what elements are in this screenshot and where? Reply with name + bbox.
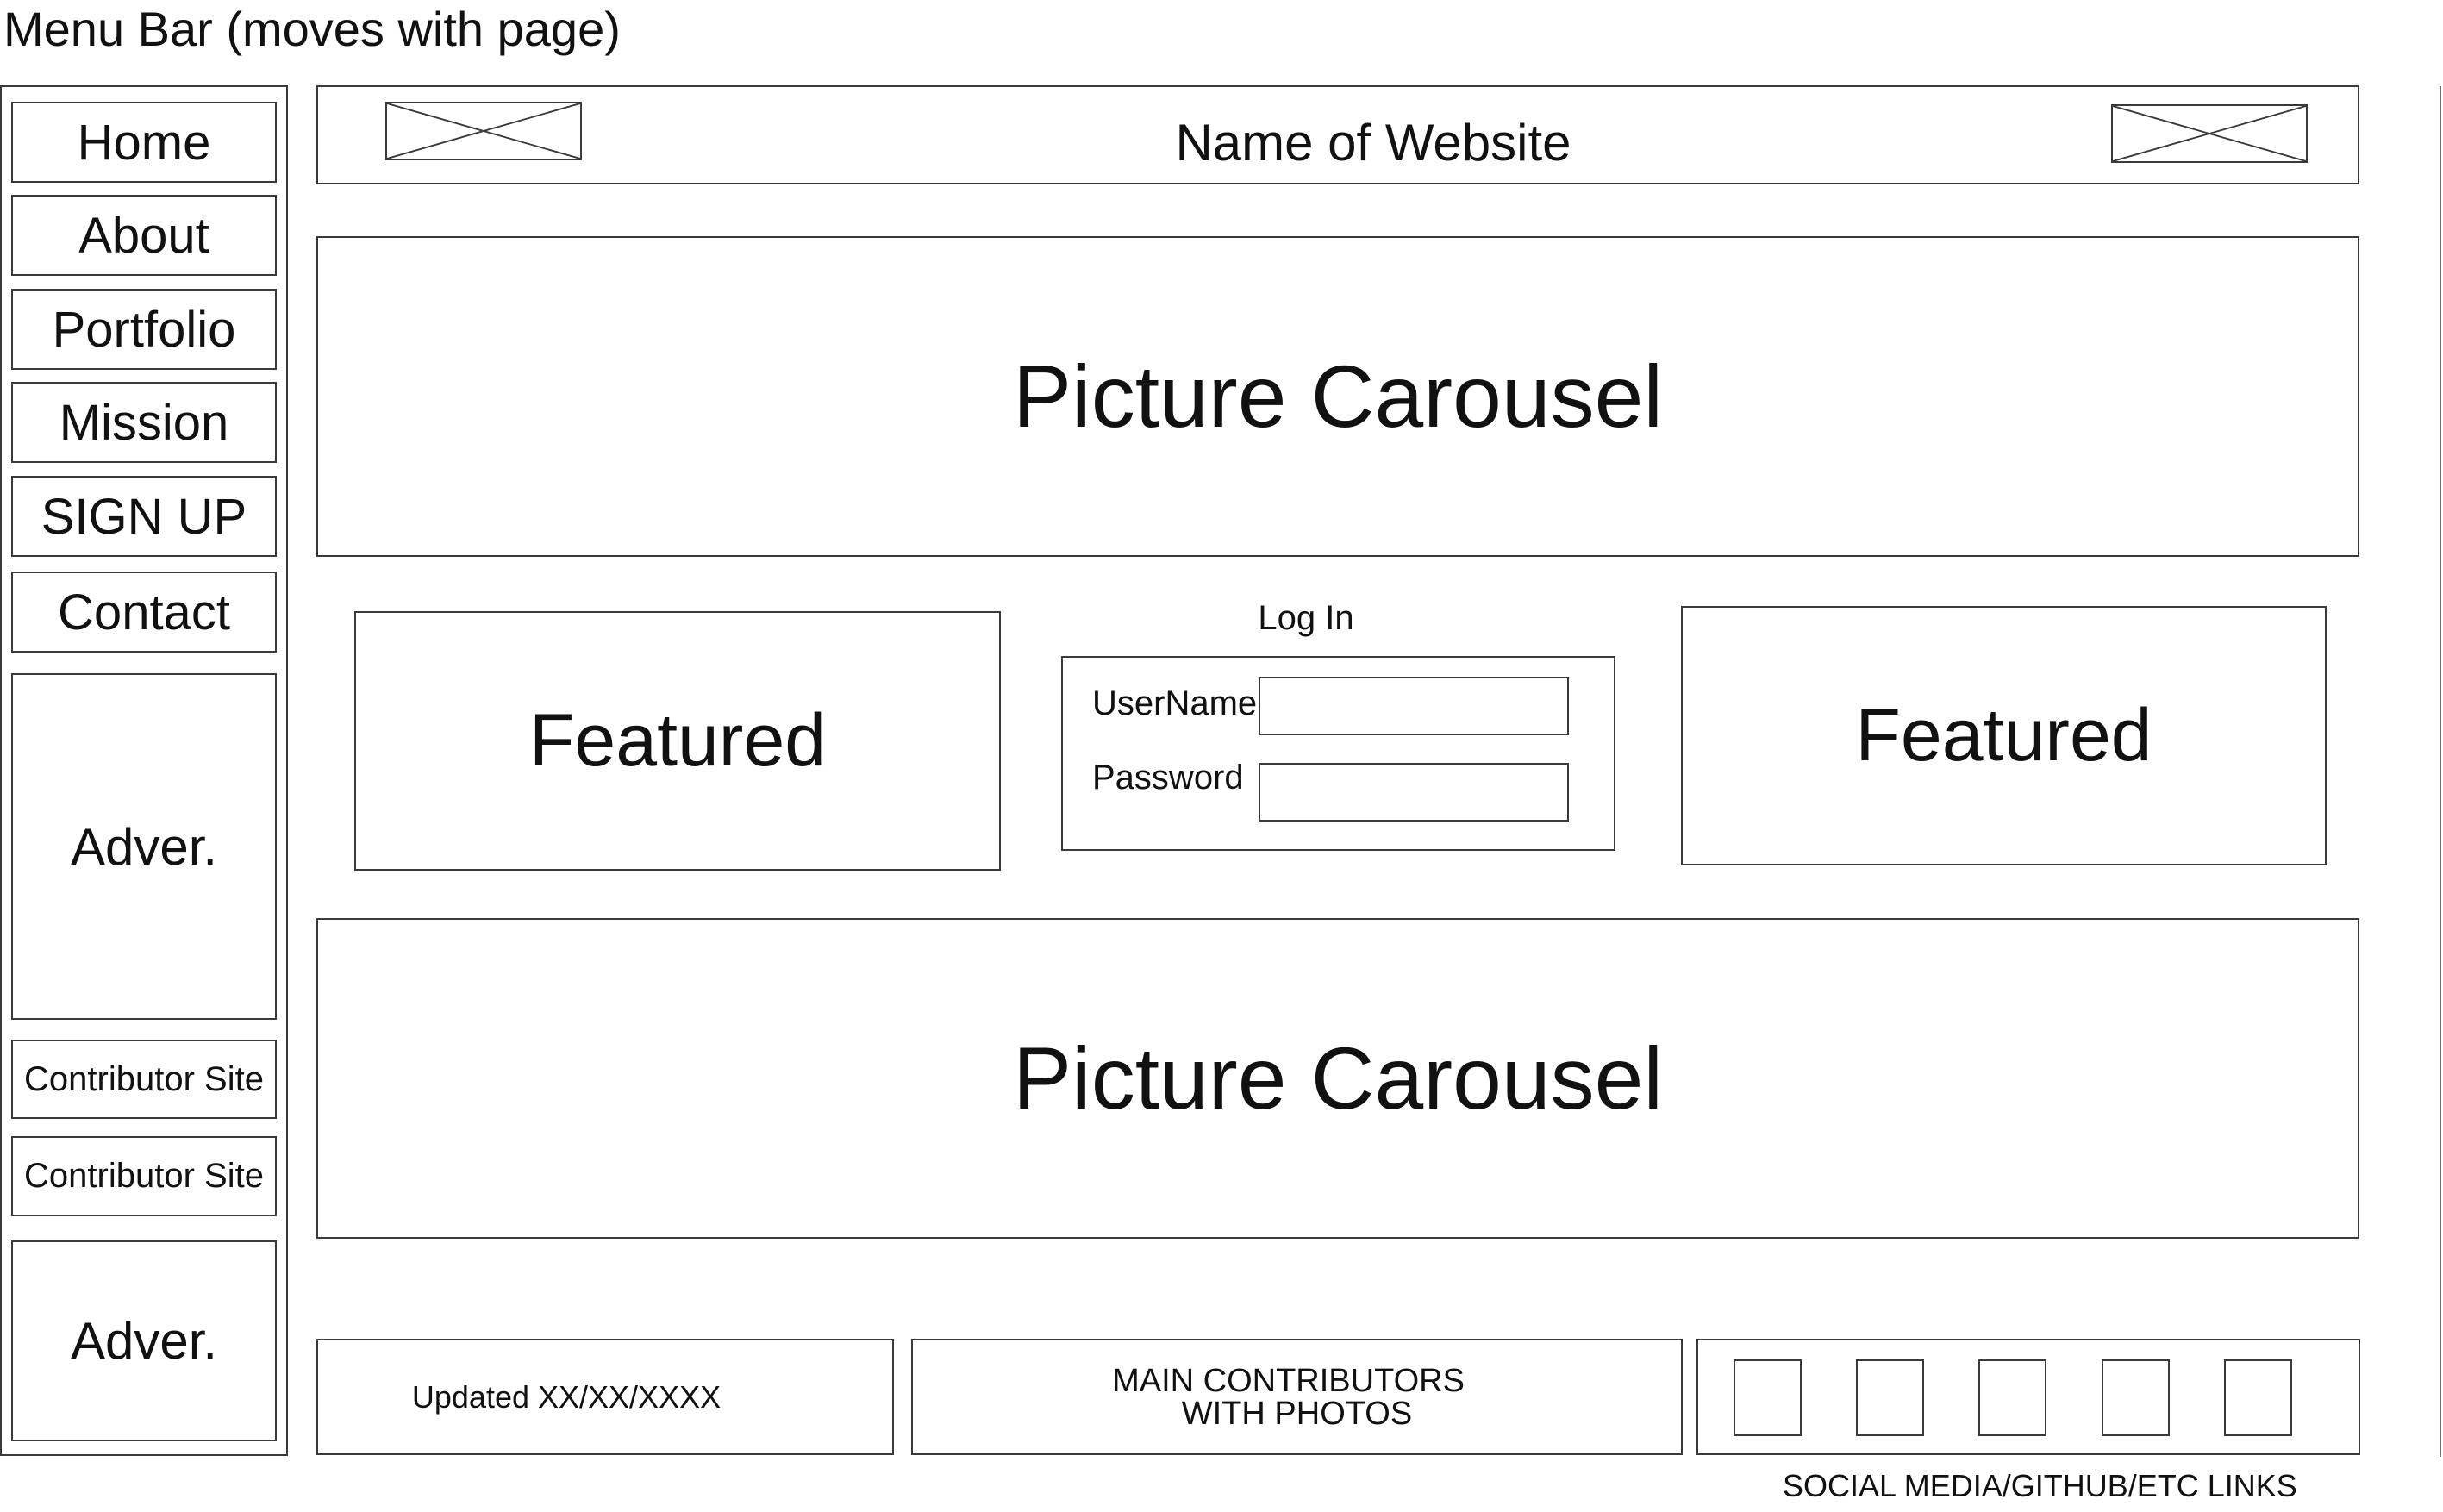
sidebar-item-about[interactable]: About — [11, 195, 277, 276]
sidebar-item-label: Portfolio — [52, 301, 236, 358]
contributor-site-label: Contributor Site — [24, 1059, 264, 1098]
page-label: Menu Bar (moves with page) — [3, 2, 621, 56]
page-edge-divider — [2440, 86, 2441, 1457]
image-placeholder-icon — [385, 102, 582, 160]
main-contributors-line1: MAIN CONTRIBUTORS — [1112, 1362, 1465, 1399]
sidebar-item-sign-up[interactable]: SIGN UP — [11, 476, 277, 557]
contributor-site-link[interactable]: Contributor Site — [11, 1136, 277, 1216]
sidebar-item-contact[interactable]: Contact — [11, 572, 277, 653]
username-field[interactable] — [1259, 677, 1569, 735]
featured-panel-right[interactable]: Featured — [1681, 606, 2327, 865]
social-link-icon[interactable] — [1856, 1359, 1924, 1436]
updated-date: Updated XX/XX/XXXX — [411, 1378, 722, 1415]
advertisement-box[interactable]: Adver. — [11, 1240, 277, 1441]
password-label: Password — [1092, 759, 1244, 797]
carousel-label: Picture Carousel — [1013, 1028, 1663, 1128]
picture-carousel-bottom[interactable]: Picture Carousel — [316, 918, 2359, 1239]
password-field[interactable] — [1259, 763, 1569, 822]
featured-label: Featured — [1855, 694, 2152, 777]
social-link-icon[interactable] — [2102, 1359, 2170, 1436]
sidebar-item-mission[interactable]: Mission — [11, 382, 277, 463]
main-contributors-line2: WITH PHOTOS — [1181, 1395, 1413, 1432]
carousel-label: Picture Carousel — [1013, 347, 1663, 446]
footer-updated-box: Updated XX/XX/XXXX — [316, 1339, 894, 1455]
advertisement-label: Adver. — [70, 1312, 218, 1370]
featured-label: Featured — [528, 699, 827, 782]
sidebar-item-home[interactable]: Home — [11, 102, 277, 183]
sidebar-item-label: About — [78, 207, 209, 264]
social-link-icon[interactable] — [2224, 1359, 2292, 1436]
picture-carousel-top[interactable]: Picture Carousel — [316, 236, 2359, 557]
social-links-caption: SOCIAL MEDIA/GITHUB/ETC LINKS — [1783, 1468, 2297, 1503]
login-title: Log In — [1258, 598, 1354, 637]
sidebar-item-label: Mission — [59, 394, 229, 451]
social-link-icon[interactable] — [1978, 1359, 2046, 1436]
featured-panel-left[interactable]: Featured — [354, 611, 1001, 871]
sidebar-item-label: SIGN UP — [41, 488, 247, 545]
username-label: UserName — [1092, 684, 1258, 722]
advertisement-label: Adver. — [70, 817, 218, 876]
advertisement-box[interactable]: Adver. — [11, 673, 277, 1020]
contributor-site-label: Contributor Site — [24, 1157, 264, 1195]
sidebar-item-label: Home — [77, 114, 211, 171]
main-contributors-box[interactable]: MAIN CONTRIBUTORS WITH PHOTOS — [911, 1339, 1683, 1455]
contributor-site-link[interactable]: Contributor Site — [11, 1040, 277, 1119]
image-placeholder-icon — [2111, 104, 2308, 163]
site-name[interactable]: Name of Website — [1028, 103, 1718, 181]
social-link-icon[interactable] — [1734, 1359, 1802, 1436]
sidebar-item-portfolio[interactable]: Portfolio — [11, 289, 277, 370]
sidebar-item-label: Contact — [58, 584, 230, 640]
